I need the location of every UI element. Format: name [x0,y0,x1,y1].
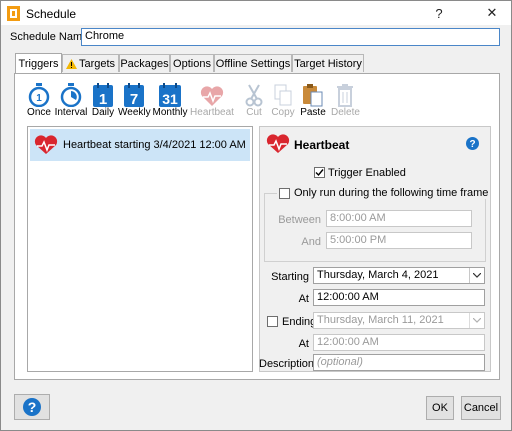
weekly-label: Weekly [118,107,151,118]
ending-date-value: Thursday, March 11, 2021 [317,314,444,326]
chevron-down-icon[interactable] [469,268,484,283]
starting-date-value: Thursday, March 4, 2021 [317,269,439,281]
ending-date-select[interactable]: Thursday, March 11, 2021 [313,312,485,329]
help-button-glyph: ? [28,399,37,415]
help-icon: ? [23,398,41,416]
starting-label: Starting [271,271,309,283]
starting-at-label: At [298,293,309,305]
calendar-daily-number: 1 [99,91,107,107]
paste-label: Paste [300,107,326,118]
calendar-monthly-icon: 31 [159,83,181,107]
paste-button[interactable]: Paste [299,83,327,118]
daily-button[interactable]: 1 Daily [90,83,116,118]
help-title-button[interactable]: ? [425,1,453,25]
tab-offline-settings[interactable]: Offline Settings [214,54,292,72]
tab-triggers[interactable]: Triggers [15,53,62,73]
tab-target-history[interactable]: Target History [292,54,364,72]
tab-targets-label: Targets [78,57,116,70]
once-button[interactable]: 1 Once [25,83,53,118]
close-window-button[interactable]: ✕ [478,1,506,25]
copy-button[interactable]: Copy [269,83,297,118]
and-time-input[interactable]: 5:00:00 PM [326,232,472,249]
between-label: Between [278,214,321,226]
tab-targets[interactable]: Targets [62,54,119,72]
checkmark-icon [315,169,324,177]
chevron-down-icon[interactable] [469,313,484,328]
weekly-button[interactable]: 7 Weekly [118,83,151,118]
interval-label: Interval [54,107,88,118]
trigger-enabled-label: Trigger Enabled [328,167,406,179]
title-bar: Schedule ? ✕ [1,1,511,25]
cancel-button[interactable]: Cancel [461,396,501,420]
paste-icon [303,84,323,107]
trigger-enabled-checkbox[interactable] [314,167,325,178]
help-button[interactable]: ? [14,394,50,420]
calendar-monthly-number: 31 [162,91,178,107]
delete-button[interactable]: Delete [331,83,360,118]
tab-packages[interactable]: Packages [119,54,170,72]
schedule-name-input[interactable]: Chrome [81,28,500,46]
heartbeat-button[interactable]: Heartbeat [190,83,234,118]
monthly-button[interactable]: 31 Monthly [152,83,188,118]
description-input[interactable]: (optional) [313,354,485,371]
svg-text:1: 1 [36,93,42,104]
time-frame-header: Only run during the following time frame [277,187,491,199]
cut-label: Cut [246,107,262,118]
calendar-weekly-icon: 7 [124,83,144,107]
help-icon[interactable]: ? [466,137,479,150]
svg-text:?: ? [469,139,475,150]
time-frame-group [264,193,486,262]
cut-button[interactable]: Cut [241,83,267,118]
copy-label: Copy [271,107,295,118]
detail-title: Heartbeat [294,138,350,152]
once-label: Once [27,107,51,118]
trigger-item-label: Heartbeat starting 3/4/2021 12:00 AM [63,139,246,151]
heartbeat-label: Heartbeat [190,107,234,118]
interval-button[interactable]: Interval [54,83,88,118]
delete-label: Delete [331,107,360,118]
heartbeat-icon [266,134,290,153]
ok-button[interactable]: OK [426,396,454,420]
ending-label: Ending [282,316,317,328]
calendar-daily-icon: 1 [93,83,113,107]
list-item[interactable]: Heartbeat starting 3/4/2021 12:00 AM [30,129,250,161]
ending-at-label: At [298,338,309,350]
tab-options[interactable]: Options [170,54,214,72]
only-run-checkbox[interactable] [279,187,290,199]
trigger-list[interactable]: Heartbeat starting 3/4/2021 12:00 AM [27,126,253,372]
schedule-window: Schedule ? ✕ Schedule Name Chrome Trigge… [0,0,512,431]
copy-icon [274,84,292,106]
calendar-weekly-number: 7 [130,91,138,107]
and-label: And [301,236,321,248]
starting-time-input[interactable]: 12:00:00 AM [313,289,485,306]
only-run-label: Only run during the following time frame [294,187,489,199]
scissors-icon [245,84,263,107]
ending-checkbox[interactable] [267,316,278,327]
between-time-input[interactable]: 8:00:00 AM [326,210,472,227]
schedule-name-label: Schedule Name [10,31,89,43]
trash-icon [337,84,353,107]
heartbeat-icon [34,135,58,154]
description-label: Description [259,358,315,370]
interval-icon [60,83,82,107]
stopwatch-icon: 1 [28,83,50,107]
heartbeat-icon [200,86,224,106]
daily-label: Daily [91,107,115,118]
app-icon [7,6,20,21]
ending-time-input[interactable]: 12:00:00 AM [313,334,485,351]
window-title: Schedule [26,7,77,21]
monthly-label: Monthly [152,107,188,118]
warning-icon [65,58,77,69]
starting-date-select[interactable]: Thursday, March 4, 2021 [313,267,485,284]
